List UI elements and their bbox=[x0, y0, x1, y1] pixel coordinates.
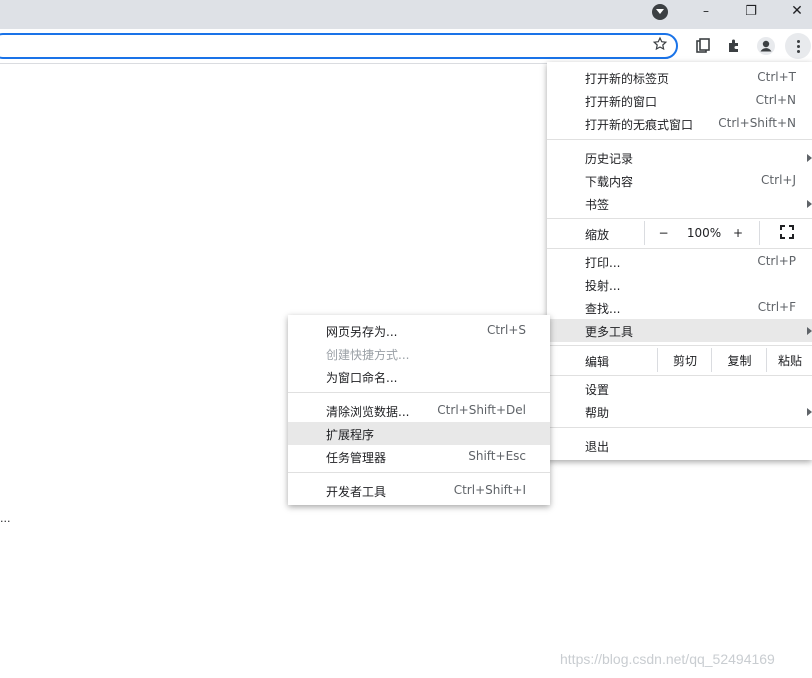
submenu-item-task-manager[interactable]: 任务管理器 Shift+Esc bbox=[288, 445, 550, 468]
submenu-item-extensions[interactable]: 扩展程序 bbox=[288, 422, 550, 445]
menu-item-help[interactable]: 帮助 bbox=[547, 400, 812, 423]
more-tools-submenu: 网页另存为... Ctrl+S 创建快捷方式... 为窗口命名... 清除浏览数… bbox=[288, 315, 550, 505]
copy-button[interactable]: 复制 bbox=[711, 348, 767, 372]
edit-label: 编辑 bbox=[585, 355, 610, 369]
submenu-item-clear-browsing-data[interactable]: 清除浏览数据... Ctrl+Shift+Del bbox=[288, 399, 550, 422]
chrome-main-menu: 打开新的标签页 Ctrl+T 打开新的窗口 Ctrl+N 打开新的无痕式窗口 C… bbox=[547, 62, 812, 460]
menu-item-downloads[interactable]: 下载内容 Ctrl+J bbox=[547, 169, 812, 192]
reading-list-icon[interactable] bbox=[690, 33, 716, 59]
menu-item-print[interactable]: 打印... Ctrl+P bbox=[547, 250, 812, 273]
page-text: ... bbox=[0, 512, 11, 525]
submenu-arrow-icon bbox=[807, 408, 812, 416]
menu-divider bbox=[547, 345, 812, 346]
fullscreen-icon bbox=[779, 224, 794, 242]
submenu-item-name-window[interactable]: 为窗口命名... bbox=[288, 365, 550, 388]
zoom-in-button[interactable]: + bbox=[727, 221, 749, 245]
menu-divider bbox=[288, 472, 550, 473]
menu-item-history[interactable]: 历史记录 bbox=[547, 146, 812, 169]
menu-item-cast[interactable]: 投射... bbox=[547, 273, 812, 296]
close-button[interactable]: ✕ bbox=[777, 0, 812, 22]
star-icon[interactable] bbox=[652, 36, 668, 55]
edit-row: 编辑 剪切 复制 粘贴 bbox=[547, 348, 812, 372]
tab-search-icon[interactable] bbox=[652, 4, 668, 20]
submenu-item-save-page[interactable]: 网页另存为... Ctrl+S bbox=[288, 319, 550, 342]
menu-item-settings[interactable]: 设置 bbox=[547, 377, 812, 400]
menu-item-new-window[interactable]: 打开新的窗口 Ctrl+N bbox=[547, 89, 812, 112]
fullscreen-button[interactable] bbox=[759, 221, 812, 245]
zoom-label: 缩放 bbox=[585, 228, 610, 242]
close-icon: ✕ bbox=[791, 3, 803, 19]
profile-avatar-icon[interactable] bbox=[753, 33, 779, 59]
submenu-item-create-shortcut[interactable]: 创建快捷方式... bbox=[288, 342, 550, 365]
zoom-row: 缩放 − 100% + bbox=[547, 221, 812, 245]
chrome-menu-button[interactable] bbox=[785, 33, 811, 59]
title-bar: – ❐ ✕ bbox=[0, 0, 812, 29]
address-bar[interactable] bbox=[0, 33, 678, 59]
zoom-level: 100% bbox=[686, 226, 722, 240]
toolbar bbox=[0, 29, 812, 64]
menu-divider bbox=[547, 139, 812, 140]
menu-item-more-tools[interactable]: 更多工具 bbox=[547, 319, 812, 342]
minimize-button[interactable]: – bbox=[686, 0, 726, 22]
paste-button[interactable]: 粘贴 bbox=[766, 348, 812, 372]
menu-item-find[interactable]: 查找... Ctrl+F bbox=[547, 296, 812, 319]
submenu-arrow-icon bbox=[807, 327, 812, 335]
submenu-item-developer-tools[interactable]: 开发者工具 Ctrl+Shift+I bbox=[288, 479, 550, 502]
menu-divider bbox=[288, 392, 550, 393]
menu-item-new-incognito[interactable]: 打开新的无痕式窗口 Ctrl+Shift+N bbox=[547, 112, 812, 135]
menu-divider bbox=[547, 375, 812, 376]
menu-item-bookmarks[interactable]: 书签 bbox=[547, 192, 812, 215]
restore-button[interactable]: ❐ bbox=[731, 0, 771, 22]
restore-icon: ❐ bbox=[745, 3, 757, 19]
menu-item-exit[interactable]: 退出 bbox=[547, 434, 812, 457]
cut-button[interactable]: 剪切 bbox=[657, 348, 712, 372]
menu-divider bbox=[547, 248, 812, 249]
minimize-icon: – bbox=[703, 4, 709, 18]
watermark: https://blog.csdn.net/qq_52494169 bbox=[560, 651, 775, 667]
more-vert-icon bbox=[796, 39, 800, 53]
submenu-arrow-icon bbox=[807, 200, 812, 208]
extensions-icon[interactable] bbox=[721, 33, 747, 59]
menu-divider bbox=[547, 427, 812, 428]
menu-item-new-tab[interactable]: 打开新的标签页 Ctrl+T bbox=[547, 66, 812, 89]
menu-divider bbox=[547, 218, 812, 219]
submenu-arrow-icon bbox=[807, 154, 812, 162]
zoom-out-button[interactable]: − bbox=[644, 221, 682, 245]
